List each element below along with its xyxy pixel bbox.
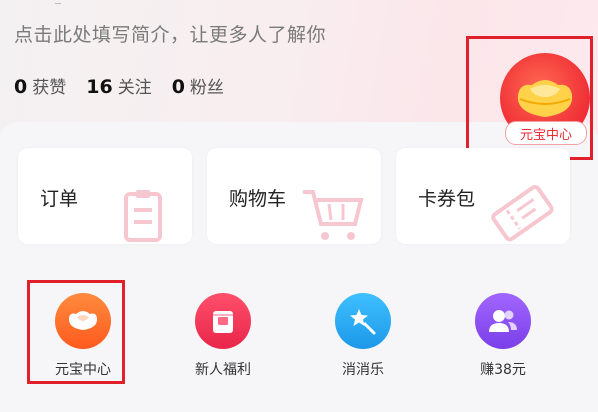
app-newcomer-benefits[interactable]: 新人福利 [178, 293, 268, 378]
ingot-center-badge-highlight[interactable]: 元宝中心 [466, 36, 593, 160]
game-icon [335, 293, 391, 349]
app-label: 赚38元 [480, 362, 526, 378]
stat-label: 获赞 [32, 78, 67, 98]
app-earn-38[interactable]: 赚38元 [458, 293, 548, 378]
coupon-label: 卡券包 [418, 188, 476, 210]
order-icon [124, 190, 162, 242]
profile-stats: 0 获赞 16 关注 0 粉丝 [14, 73, 244, 98]
stat-fans[interactable]: 0 粉丝 [172, 73, 224, 98]
stat-label: 关注 [117, 78, 152, 98]
cart-card[interactable]: 购物车 [207, 148, 381, 244]
app-label: 新人福利 [195, 362, 251, 378]
stat-likes[interactable]: 0 获赞 [14, 73, 66, 98]
stat-label: 粉丝 [189, 78, 224, 98]
app-ingot-highlight [27, 280, 125, 384]
coupon-icon [491, 184, 554, 242]
stat-value: 0 [14, 76, 28, 98]
app-label: 消消乐 [342, 362, 384, 378]
stat-value: 16 [86, 76, 113, 98]
users-icon [475, 293, 531, 349]
orders-card[interactable]: 订单 [18, 148, 192, 244]
stat-value: 0 [171, 76, 185, 98]
app-match-game[interactable]: 消消乐 [318, 293, 408, 378]
gift-icon [195, 293, 251, 349]
ingot-badge-label: 元宝中心 [505, 121, 587, 145]
bio-placeholder[interactable]: 点击此处填写简介，让更多人了解你 [14, 20, 326, 47]
coupon-card[interactable]: 卡券包 [396, 148, 570, 244]
cart-label: 购物车 [229, 188, 287, 210]
orders-label: 订单 [40, 188, 79, 210]
cart-icon [303, 190, 364, 240]
stat-following[interactable]: 16 关注 [86, 73, 151, 98]
drag-handle [55, 3, 61, 4]
